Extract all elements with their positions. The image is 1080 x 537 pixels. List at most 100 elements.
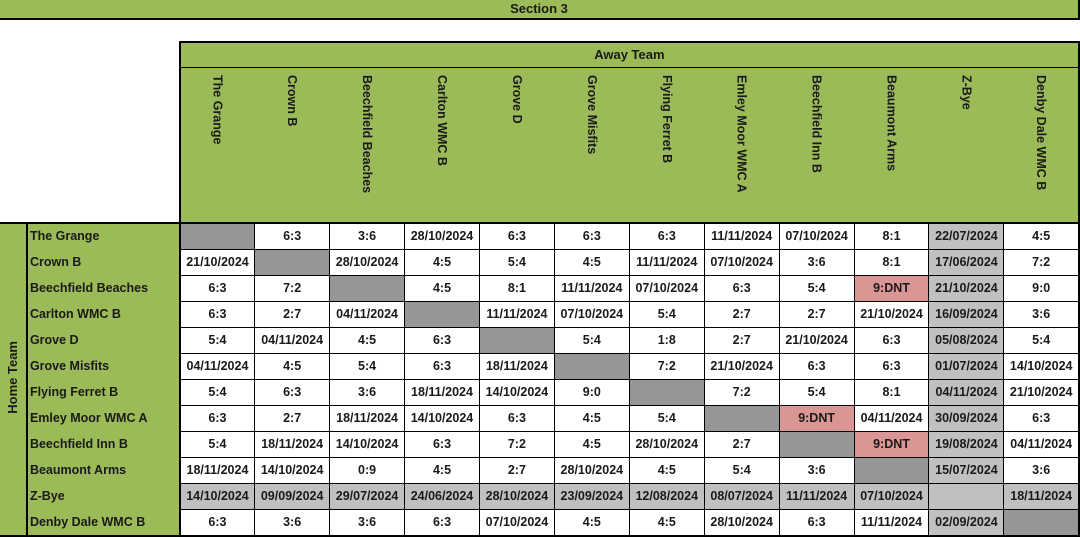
bye-cell: 14/10/2024 bbox=[179, 482, 256, 510]
away-team-name: Beechfield Inn B bbox=[809, 74, 824, 173]
result-cell: 8:1 bbox=[478, 274, 555, 302]
self-match-cell bbox=[478, 326, 555, 354]
result-cell: 4:5 bbox=[628, 508, 705, 537]
table-row: Crown B 21/10/2024 28/10/2024 4:5 5:4 4:5 11/1… bbox=[0, 248, 1080, 276]
home-team-name: Crown B bbox=[26, 249, 181, 275]
result-cell: 4:5 bbox=[329, 326, 406, 354]
result-cell: 04/11/2024 bbox=[254, 326, 331, 354]
table-row: Home Team The Grange 6:3 3:6 28/10/2024 6:3 6:… bbox=[0, 221, 1080, 537]
result-cell: 18/11/2024 bbox=[254, 430, 331, 458]
result-cell: 4:5 bbox=[404, 456, 480, 484]
result-cell: 11/11/2024 bbox=[628, 248, 705, 276]
result-cell: 5:4 bbox=[1003, 326, 1080, 354]
result-cell: 2:7 bbox=[478, 456, 555, 484]
result-cell: 6:3 bbox=[404, 508, 480, 537]
result-cell: 6:3 bbox=[1003, 404, 1080, 432]
home-team-name: Emley Moor WMC A bbox=[26, 405, 181, 431]
result-cell: 6:3 bbox=[553, 221, 630, 250]
away-team-name: Grove D bbox=[509, 74, 524, 124]
bye-cell: 28/10/2024 bbox=[478, 482, 555, 510]
away-team-name: Flying Ferret B bbox=[659, 74, 674, 163]
table-row: Flying Ferret B 5:4 6:3 3:6 18/11/2024 14/10/… bbox=[0, 378, 1080, 406]
result-cell: 14/10/2024 bbox=[254, 456, 331, 484]
result-cell: 6:3 bbox=[778, 508, 855, 537]
result-cell: 6:3 bbox=[404, 352, 480, 380]
away-team-column-header: Beechfield Inn B bbox=[779, 67, 855, 223]
result-cell: 7:2 bbox=[478, 430, 555, 458]
result-cell: 14/10/2024 bbox=[329, 430, 406, 458]
table-row: Carlton WMC B 6:3 2:7 04/11/2024 11/11/2024 0… bbox=[0, 300, 1080, 328]
corner-blank bbox=[0, 42, 180, 67]
result-cell: 28/10/2024 bbox=[404, 221, 480, 250]
result-cell: 3:6 bbox=[329, 221, 406, 250]
away-team-column-header: Flying Ferret B bbox=[629, 67, 705, 223]
result-cell: 18/11/2024 bbox=[329, 404, 406, 432]
away-team-column-header: Grove Misfits bbox=[554, 67, 630, 223]
away-team-column-header: Beaumont Arms bbox=[854, 67, 929, 223]
result-cell: 4:5 bbox=[553, 248, 630, 276]
away-team-name: The Grange bbox=[210, 74, 225, 144]
self-match-cell bbox=[329, 274, 406, 302]
result-cell: 18/11/2024 bbox=[478, 352, 555, 380]
result-cell: 4:5 bbox=[1003, 221, 1080, 250]
result-cell: 07/10/2024 bbox=[478, 508, 555, 537]
result-cell: 6:3 bbox=[404, 430, 480, 458]
result-cell: 8:1 bbox=[853, 221, 930, 250]
bye-cell: 29/07/2024 bbox=[329, 482, 406, 510]
result-cell: 5:4 bbox=[179, 430, 256, 458]
result-cell: 4:5 bbox=[404, 274, 480, 302]
bye-cell: 09/09/2024 bbox=[254, 482, 331, 510]
away-team-column-header: Carlton WMC B bbox=[404, 67, 480, 223]
result-cell: 6:3 bbox=[254, 378, 331, 406]
table-row: Emley Moor WMC A 6:3 2:7 18/11/2024 14/10/20… bbox=[0, 404, 1080, 432]
result-cell: 5:4 bbox=[179, 378, 256, 406]
bye-cell: 30/09/2024 bbox=[928, 404, 1005, 432]
did-not-travel-cell: 9:DNT bbox=[853, 430, 930, 458]
result-cell: 6:3 bbox=[478, 404, 555, 432]
result-cell: 11/11/2024 bbox=[478, 300, 555, 328]
result-cell: 21/10/2024 bbox=[853, 300, 930, 328]
result-cell: 7:2 bbox=[703, 378, 780, 406]
home-team-name: Grove D bbox=[26, 327, 181, 353]
bye-cell: 16/09/2024 bbox=[928, 300, 1005, 328]
bye-cell: 12/08/2024 bbox=[628, 482, 705, 510]
bye-cell: 24/06/2024 bbox=[404, 482, 480, 510]
result-cell: 6:3 bbox=[179, 404, 256, 432]
home-team-name: Carlton WMC B bbox=[26, 301, 181, 327]
bye-cell: 04/11/2024 bbox=[928, 378, 1005, 406]
result-cell: 5:4 bbox=[329, 352, 406, 380]
away-team-column-header: Beechfield Beaches bbox=[329, 67, 405, 223]
result-cell: 5:4 bbox=[553, 326, 630, 354]
home-team-label: Home Team bbox=[5, 341, 21, 414]
home-team-name: Z-Bye bbox=[26, 483, 181, 509]
result-cell: 2:7 bbox=[703, 430, 780, 458]
result-cell: 6:3 bbox=[179, 274, 256, 302]
result-cell: 2:7 bbox=[254, 404, 331, 432]
result-cell: 14/10/2024 bbox=[478, 378, 555, 406]
self-match-cell bbox=[703, 404, 780, 432]
result-cell: 5:4 bbox=[703, 456, 780, 484]
result-cell: 28/10/2024 bbox=[703, 508, 780, 537]
home-team-header: Home Team bbox=[0, 221, 28, 537]
result-cell: 07/10/2024 bbox=[553, 300, 630, 328]
result-cell: 07/10/2024 bbox=[778, 221, 855, 250]
result-cell: 4:5 bbox=[254, 352, 331, 380]
away-team-name: Beaumont Arms bbox=[884, 74, 899, 171]
bye-cell: 22/07/2024 bbox=[928, 221, 1005, 250]
table-row: Grove D 5:4 04/11/2024 4:5 6:3 5:4 1:8 2:7 21/10… bbox=[0, 326, 1080, 354]
home-team-name: The Grange bbox=[26, 221, 181, 249]
result-cell: 9:0 bbox=[553, 378, 630, 406]
result-cell: 6:3 bbox=[853, 326, 930, 354]
result-cell: 04/11/2024 bbox=[1003, 430, 1080, 458]
did-not-travel-cell: 9:DNT bbox=[778, 404, 855, 432]
bye-cell: 02/09/2024 bbox=[928, 508, 1005, 537]
results-grid: Away Team The Grange Crown B Beechfield Be… bbox=[0, 41, 1080, 537]
result-cell: 2:7 bbox=[703, 326, 780, 354]
table-row: Beaumont Arms 18/11/2024 14/10/2024 0:9 4:5 2… bbox=[0, 456, 1080, 484]
result-cell: 3:6 bbox=[254, 508, 331, 537]
home-team-name: Grove Misfits bbox=[26, 353, 181, 379]
result-cell: 14/10/2024 bbox=[1003, 352, 1080, 380]
away-team-name: Z-Bye bbox=[959, 74, 974, 110]
away-team-column-header: Denby Dale WMC B bbox=[1003, 67, 1080, 223]
away-team-name: Crown B bbox=[285, 74, 300, 126]
